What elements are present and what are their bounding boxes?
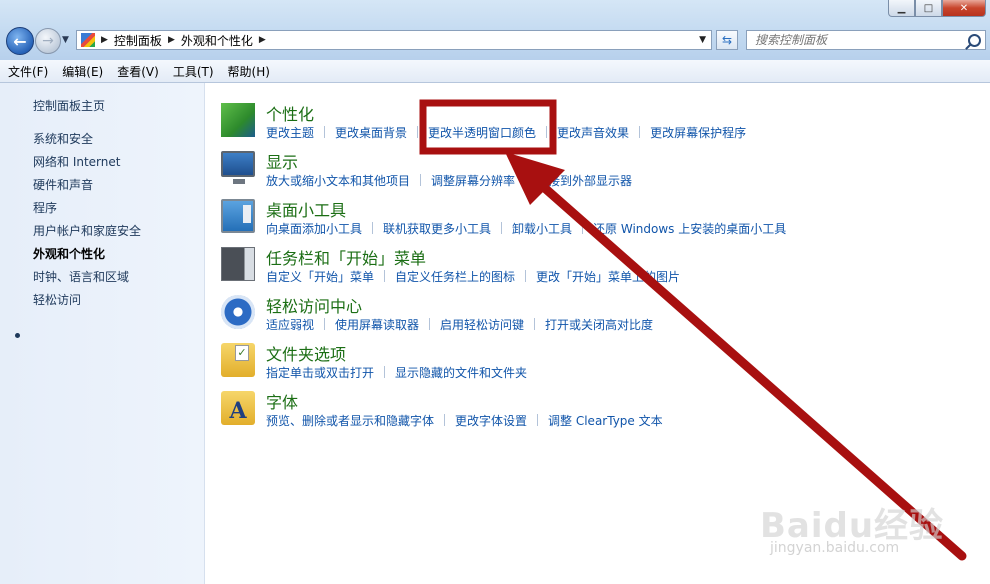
category-title[interactable]: 桌面小工具: [266, 197, 346, 221]
category-title[interactable]: 轻松访问中心: [266, 293, 362, 317]
refresh-button[interactable]: ⇆: [716, 30, 738, 50]
category-taskbar: 任务栏和「开始」菜单 自定义「开始」菜单 自定义任务栏上的图标 更改「开始」菜单…: [205, 245, 985, 291]
category-title[interactable]: 文件夹选项: [266, 341, 346, 365]
link-screen-reader[interactable]: 使用屏幕读取器: [335, 316, 419, 333]
link-change-screen-saver[interactable]: 更改屏幕保护程序: [650, 124, 746, 141]
taskbar-icon[interactable]: [221, 247, 255, 281]
link-adjust-resolution[interactable]: 调整屏幕分辨率: [431, 172, 515, 189]
menu-edit[interactable]: 编辑(E): [56, 63, 109, 80]
link-add-gadgets[interactable]: 向桌面添加小工具: [266, 220, 362, 237]
menu-file[interactable]: 文件(F): [2, 63, 54, 80]
link-ease-access-keys[interactable]: 启用轻松访问键: [440, 316, 524, 333]
sidebar-item-programs[interactable]: 程序: [33, 199, 57, 216]
menu-view[interactable]: 查看(V): [111, 63, 165, 80]
breadcrumb-chevron-icon[interactable]: ▶: [259, 35, 266, 45]
menu-help[interactable]: 帮助(H): [222, 63, 276, 80]
category-display: 显示 放大或缩小文本和其他项目 调整屏幕分辨率 连接到外部显示器: [205, 149, 985, 195]
back-button[interactable]: ←: [6, 27, 34, 55]
link-single-double-click[interactable]: 指定单击或双击打开: [266, 364, 374, 381]
link-zoom-text[interactable]: 放大或缩小文本和其他项目: [266, 172, 410, 189]
link-customize-taskbar-icons[interactable]: 自定义任务栏上的图标: [395, 268, 515, 285]
category-title[interactable]: 任务栏和「开始」菜单: [266, 245, 426, 269]
link-get-more-gadgets[interactable]: 联机获取更多小工具: [383, 220, 491, 237]
link-cleartype[interactable]: 调整 ClearType 文本: [548, 412, 663, 429]
display-icon[interactable]: [221, 151, 255, 184]
search-box[interactable]: [746, 30, 986, 50]
fonts-icon[interactable]: A: [221, 391, 255, 425]
breadcrumb-chevron-icon[interactable]: ▶: [101, 35, 108, 45]
watermark-url: jingyan.baidu.com: [770, 540, 900, 556]
maximize-button[interactable]: □: [915, 0, 942, 17]
link-change-start-picture[interactable]: 更改「开始」菜单上的图片: [536, 268, 680, 285]
sidebar-item-system-security[interactable]: 系统和安全: [33, 130, 93, 147]
refresh-icon: ⇆: [721, 33, 733, 47]
sidebar-item-user-accounts[interactable]: 用户帐户和家庭安全: [33, 222, 141, 239]
link-customize-start-menu[interactable]: 自定义「开始」菜单: [266, 268, 374, 285]
link-restore-gadgets[interactable]: 还原 Windows 上安装的桌面小工具: [593, 220, 786, 237]
gadgets-icon[interactable]: [221, 199, 255, 233]
category-personalization: 个性化 更改主题 更改桌面背景 更改半透明窗口颜色 更改声音效果 更改屏幕保护程…: [205, 101, 985, 147]
window-controls: ▁ □ ✕: [888, 0, 986, 17]
sidebar-item-network-internet[interactable]: 网络和 Internet: [33, 153, 120, 170]
sidebar-item-appearance: 外观和个性化: [33, 247, 106, 261]
search-input[interactable]: [753, 32, 957, 48]
link-change-theme[interactable]: 更改主题: [266, 124, 314, 141]
link-change-desktop-background[interactable]: 更改桌面背景: [335, 124, 407, 141]
address-bar[interactable]: ▶ 控制面板 ▶ 外观和个性化 ▶ ▼: [76, 30, 712, 50]
category-gadgets: 桌面小工具 向桌面添加小工具 联机获取更多小工具 卸载小工具 还原 Window…: [205, 197, 985, 243]
category-title[interactable]: 个性化: [266, 101, 314, 125]
category-title[interactable]: 字体: [266, 389, 298, 413]
personalization-icon[interactable]: [221, 103, 255, 137]
link-high-contrast[interactable]: 打开或关闭高对比度: [545, 316, 653, 333]
link-external-display[interactable]: 连接到外部显示器: [536, 172, 632, 189]
window-chrome: ▁ □ ✕ ← → ▼ ▶ 控制面板 ▶ 外观和个性化 ▶ ▼ ⇆: [0, 0, 990, 60]
back-arrow-icon: ←: [13, 31, 27, 51]
breadcrumb-control-panel[interactable]: 控制面板: [114, 32, 162, 49]
link-show-hidden-files[interactable]: 显示隐藏的文件和文件夹: [395, 364, 527, 381]
folder-options-icon[interactable]: [221, 343, 255, 377]
link-font-settings[interactable]: 更改字体设置: [455, 412, 527, 429]
link-change-window-color[interactable]: 更改半透明窗口颜色: [428, 124, 536, 141]
menu-bar: 文件(F) 编辑(E) 查看(V) 工具(T) 帮助(H): [0, 60, 990, 83]
menu-tools[interactable]: 工具(T): [167, 63, 220, 80]
breadcrumb-appearance[interactable]: 外观和个性化: [181, 32, 253, 49]
forward-button[interactable]: →: [35, 28, 61, 54]
recent-pages-dropdown[interactable]: ▼: [62, 35, 69, 45]
category-folder-options: 文件夹选项 指定单击或双击打开 显示隐藏的文件和文件夹: [205, 341, 985, 387]
sidebar-item-ease-of-access[interactable]: 轻松访问: [33, 291, 81, 308]
category-fonts: A 字体 预览、删除或者显示和隐藏字体 更改字体设置 调整 ClearType …: [205, 389, 985, 435]
sidebar-item-clock-language[interactable]: 时钟、语言和区域: [33, 268, 129, 285]
category-title[interactable]: 显示: [266, 149, 298, 173]
minimize-button[interactable]: ▁: [888, 0, 915, 17]
sidebar-item-control-panel-home[interactable]: 控制面板主页: [33, 97, 105, 114]
link-uninstall-gadget[interactable]: 卸载小工具: [512, 220, 572, 237]
sidebar: 控制面板主页 系统和安全 网络和 Internet 硬件和声音 程序 用户帐户和…: [0, 83, 205, 584]
link-preview-fonts[interactable]: 预览、删除或者显示和隐藏字体: [266, 412, 434, 429]
ease-of-access-icon[interactable]: [221, 295, 255, 329]
link-low-vision[interactable]: 适应弱视: [266, 316, 314, 333]
category-ease-of-access: 轻松访问中心 适应弱视 使用屏幕读取器 启用轻松访问键 打开或关闭高对比度: [205, 293, 985, 339]
search-icon[interactable]: [968, 33, 981, 47]
close-button[interactable]: ✕: [942, 0, 986, 17]
link-change-sound-effects[interactable]: 更改声音效果: [557, 124, 629, 141]
forward-arrow-icon: →: [42, 33, 54, 49]
sidebar-item-hardware-sound[interactable]: 硬件和声音: [33, 176, 93, 193]
control-panel-icon: [81, 33, 95, 47]
breadcrumb-chevron-icon[interactable]: ▶: [168, 35, 175, 45]
active-bullet-icon: [15, 333, 20, 338]
address-dropdown-icon[interactable]: ▼: [699, 35, 706, 45]
